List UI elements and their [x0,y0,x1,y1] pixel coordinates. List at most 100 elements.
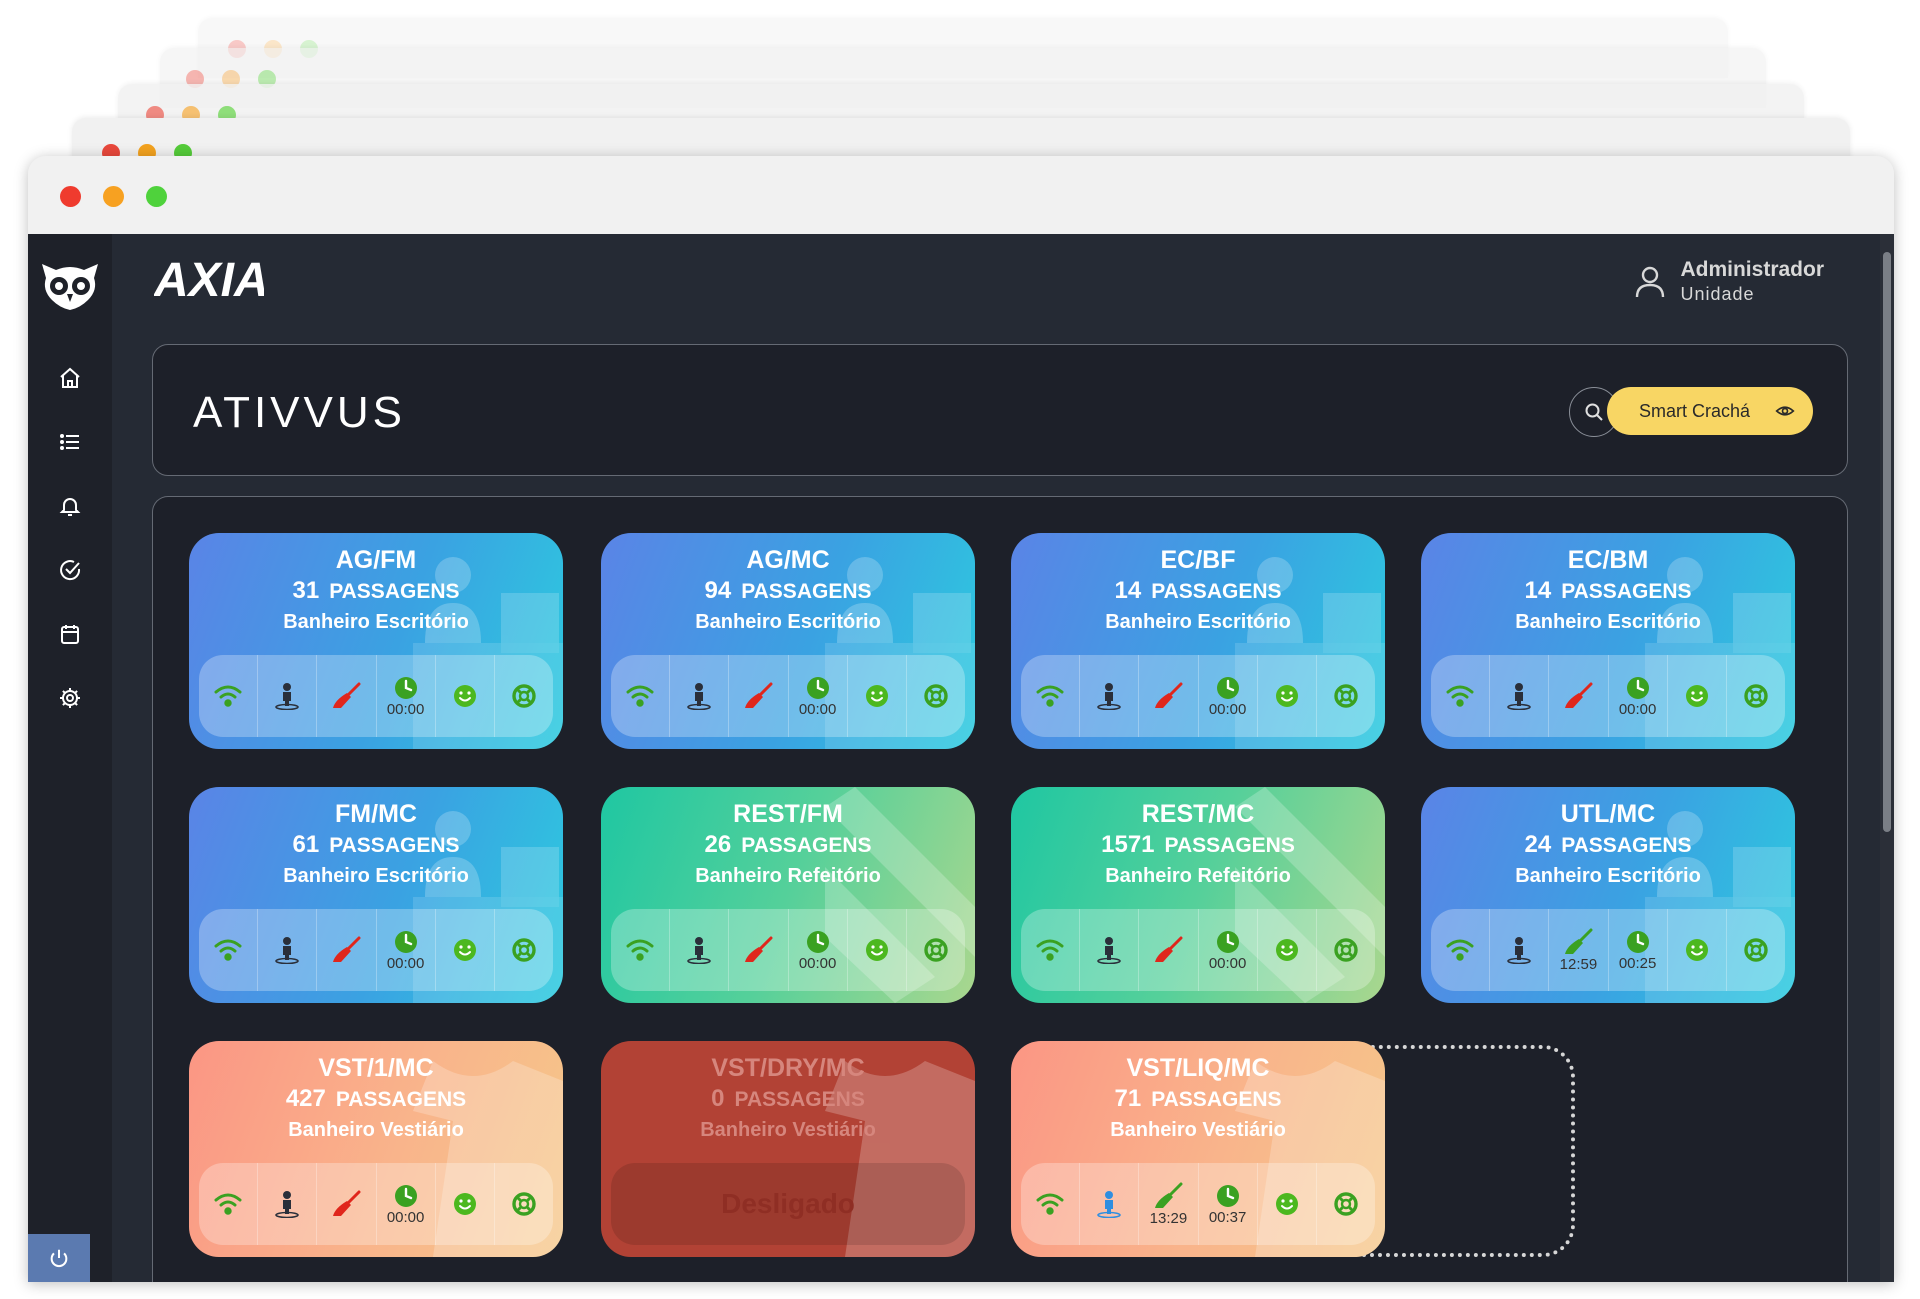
person-icon[interactable] [1079,1163,1138,1245]
passage-count-value: 94 [704,577,732,604]
smile-icon[interactable] [434,655,494,737]
lifebuoy-icon[interactable] [493,909,553,991]
device-card[interactable]: VST/DRY/MC 0 PASSAGENS Banheiro Vestiário De… [601,1041,975,1257]
passage-count-label: PASSAGENS [741,834,872,857]
device-card[interactable]: REST/MC 1571 PASSAGENS Banheiro Refeitório 0… [1011,787,1385,1003]
lifebuoy-icon[interactable] [1315,909,1375,991]
device-card[interactable]: VST/1/MC 427 PASSAGENS Banheiro Vestiário 00… [189,1041,563,1257]
broom-icon[interactable] [316,655,375,737]
wifi-icon[interactable] [611,909,669,991]
smart-cracha-label: Smart Crachá [1639,400,1751,421]
clock-icon[interactable]: 00:00 [1607,655,1667,737]
minimize-window-button[interactable] [103,186,124,207]
gear-icon[interactable] [52,680,88,716]
wifi-icon[interactable] [1021,909,1079,991]
close-window-button[interactable] [60,186,81,207]
person-icon[interactable] [1489,909,1548,991]
lifebuoy-icon[interactable] [905,909,965,991]
device-card[interactable]: REST/FM 26 PASSAGENS Banheiro Refeitório 00:… [601,787,975,1003]
wifi-icon[interactable] [199,1163,257,1245]
device-location: Banheiro Escritório [283,865,469,887]
smile-icon[interactable] [1256,655,1316,737]
wifi-icon[interactable] [1021,1163,1079,1245]
person-icon[interactable] [257,1163,316,1245]
smile-icon[interactable] [434,1163,494,1245]
person-icon[interactable] [1489,655,1548,737]
broom-icon[interactable] [1138,909,1197,991]
wifi-icon[interactable] [611,655,669,737]
broom-icon[interactable] [1138,655,1197,737]
wifi-icon[interactable] [199,655,257,737]
bell-icon[interactable] [52,488,88,524]
lifebuoy-icon[interactable] [1725,655,1785,737]
clock-icon[interactable]: 00:25 [1607,909,1667,991]
broom-icon[interactable] [1548,655,1607,737]
check-circle-icon[interactable] [52,552,88,588]
clock-icon[interactable]: 00:00 [375,909,435,991]
broom-icon[interactable]: 12:59 [1548,909,1607,991]
maximize-window-button[interactable] [146,186,167,207]
clock-icon[interactable]: 00:00 [375,655,435,737]
clock-icon[interactable]: 00:00 [1197,655,1257,737]
broom-icon[interactable] [316,909,375,991]
scrollbar-thumb[interactable] [1883,252,1891,832]
person-icon[interactable] [257,909,316,991]
timer-value: 00:00 [386,1209,425,1226]
person-icon[interactable] [257,655,316,737]
power-button[interactable] [28,1234,90,1282]
wifi-icon[interactable] [1431,655,1489,737]
wifi-icon[interactable] [199,909,257,991]
passage-count-value: 1571 [1101,831,1155,858]
device-card[interactable]: UTL/MC 24 PASSAGENS Banheiro Escritório 12:5… [1421,787,1795,1003]
wifi-icon[interactable] [1431,909,1489,991]
device-card[interactable]: AG/FM 31 PASSAGENS Banheiro Escritório 00:00 [189,533,563,749]
smile-icon[interactable] [846,909,906,991]
lifebuoy-icon[interactable] [905,655,965,737]
passage-count: 31 PASSAGENS [189,575,563,608]
passage-count-value: 31 [292,577,320,604]
off-label: Desligado [721,1188,855,1219]
person-icon[interactable] [1079,909,1138,991]
smart-cracha-button[interactable]: Smart Crachá [1607,387,1813,435]
list-icon[interactable] [52,424,88,460]
clock-icon[interactable]: 00:00 [787,909,847,991]
device-name: REST/FM [733,800,843,828]
clock-icon[interactable]: 00:00 [1197,909,1257,991]
lifebuoy-icon[interactable] [1315,655,1375,737]
smile-icon[interactable] [1666,655,1726,737]
lifebuoy-icon[interactable] [493,655,553,737]
smile-icon[interactable] [434,909,494,991]
sidebar [28,234,112,1282]
device-card[interactable]: EC/BM 14 PASSAGENS Banheiro Escritório 00:00 [1421,533,1795,749]
person-icon[interactable] [669,909,728,991]
wifi-icon[interactable] [1021,655,1079,737]
clock-icon[interactable]: 00:00 [375,1163,435,1245]
broom-icon[interactable]: 13:29 [1138,1163,1197,1245]
lifebuoy-icon[interactable] [1315,1163,1375,1245]
device-card[interactable]: EC/BF 14 PASSAGENS Banheiro Escritório 00:00 [1011,533,1385,749]
clock-icon[interactable]: 00:00 [787,655,847,737]
smile-icon[interactable] [1256,1163,1316,1245]
broom-icon[interactable] [728,655,787,737]
passage-count: 1571 PASSAGENS [1011,829,1385,862]
clock-icon[interactable]: 00:37 [1197,1163,1257,1245]
scrollbar[interactable] [1880,234,1894,1282]
lifebuoy-icon[interactable] [1725,909,1785,991]
person-icon[interactable] [1079,655,1138,737]
smile-icon[interactable] [846,655,906,737]
device-card[interactable]: AG/MC 94 PASSAGENS Banheiro Escritório 00:00 [601,533,975,749]
device-card[interactable]: VST/LIQ/MC 71 PASSAGENS Banheiro Vestiário 1… [1011,1041,1385,1257]
person-icon[interactable] [669,655,728,737]
home-icon[interactable] [52,360,88,396]
user-menu[interactable]: Administrador Unidade [1634,258,1824,305]
broom-icon[interactable] [728,909,787,991]
broom-icon[interactable] [316,1163,375,1245]
passage-count-value: 14 [1524,577,1552,604]
smile-icon[interactable] [1256,909,1316,991]
smile-icon[interactable] [1666,909,1726,991]
device-card[interactable]: FM/MC 61 PASSAGENS Banheiro Escritório 00:00 [189,787,563,1003]
calendar-icon[interactable] [52,616,88,652]
passage-count: 14 PASSAGENS [1011,575,1385,608]
passage-count-label: PASSAGENS [329,580,460,603]
lifebuoy-icon[interactable] [493,1163,553,1245]
